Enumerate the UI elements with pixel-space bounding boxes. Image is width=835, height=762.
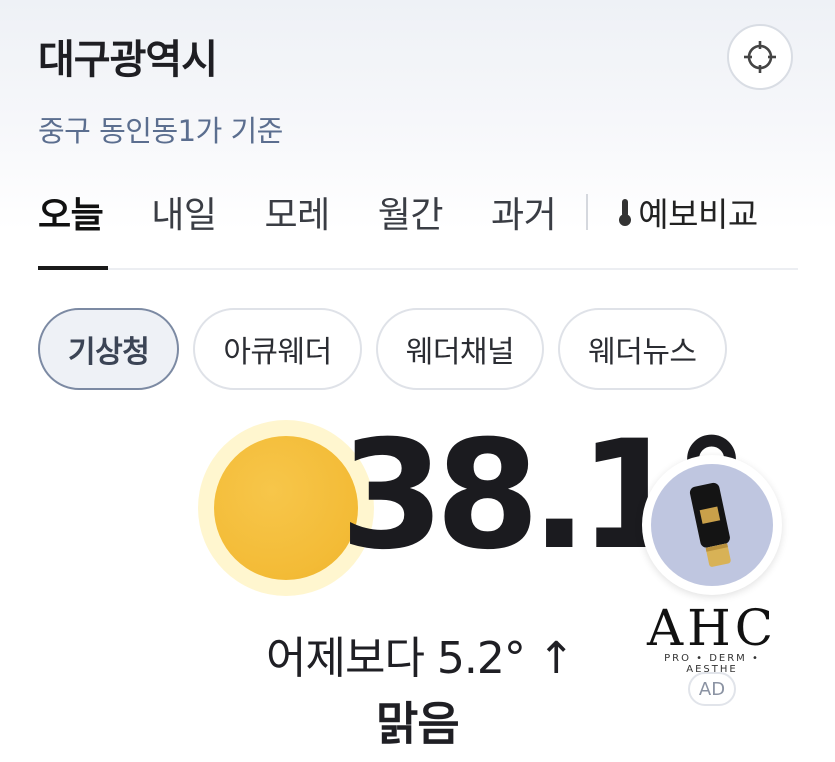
tab-today[interactable]: 오늘 bbox=[38, 186, 104, 238]
chip-weathernews[interactable]: 웨더뉴스 bbox=[558, 308, 727, 390]
thermometer-icon bbox=[619, 199, 632, 226]
arrow-up-icon: ↑ bbox=[537, 633, 575, 684]
ad-product-image[interactable] bbox=[642, 455, 782, 595]
chip-kma[interactable]: 기상청 bbox=[38, 308, 180, 390]
ad-badge[interactable]: AD bbox=[688, 672, 736, 706]
location-basis: 중구 동인동1가 기준 bbox=[38, 114, 283, 148]
city-name[interactable]: 대구광역시 bbox=[38, 30, 283, 90]
tab-day-after[interactable]: 모레 bbox=[265, 186, 331, 238]
tab-monthly[interactable]: 월간 bbox=[378, 186, 444, 238]
active-tab-indicator bbox=[38, 266, 108, 270]
crosshair-icon bbox=[744, 41, 776, 73]
tab-past[interactable]: 과거 bbox=[491, 186, 557, 238]
diff-prefix: 어제보다 bbox=[266, 633, 425, 684]
diff-value: 5.2° bbox=[436, 633, 526, 684]
source-chips: 기상청 아큐웨더 웨더채널 웨더뉴스 bbox=[38, 308, 741, 390]
location-header: 대구광역시 중구 동인동1가 기준 bbox=[38, 30, 283, 150]
temperature-difference: 어제보다 5.2° ↑ bbox=[266, 622, 575, 686]
current-location-button[interactable] bbox=[727, 24, 793, 90]
forecast-compare-label: 예보비교 bbox=[638, 195, 758, 234]
chip-weather-channel[interactable]: 웨더채널 bbox=[375, 308, 545, 390]
cosmetic-tube-icon bbox=[689, 482, 731, 567]
forecast-compare-button[interactable]: 예보비교 bbox=[618, 188, 758, 236]
tab-divider bbox=[586, 194, 589, 230]
tab-divider-line bbox=[38, 268, 798, 270]
tab-tomorrow[interactable]: 내일 bbox=[151, 186, 217, 238]
sun-icon bbox=[214, 436, 358, 580]
ad-product-visual bbox=[651, 464, 773, 586]
weather-condition: 맑음 bbox=[376, 697, 460, 751]
chip-accuweather[interactable]: 아큐웨더 bbox=[193, 308, 362, 390]
ad-brand-logo[interactable]: AHC bbox=[642, 600, 782, 656]
day-tabs: 오늘 내일 모레 월간 과거 예보비교 bbox=[38, 182, 758, 242]
